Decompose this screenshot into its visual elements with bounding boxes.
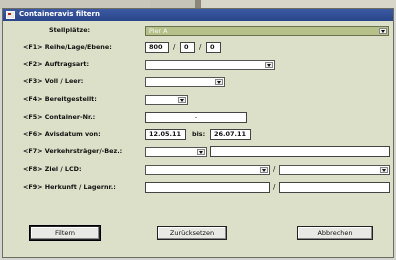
verkehrstraeger-label: <F7> Verkehrsträger/-Bez.:: [23, 147, 123, 155]
voll-leer-label: <F3> Voll / Leer:: [23, 77, 84, 85]
herkunft-label: <F9> Herkunft / Lagernr.:: [23, 183, 116, 191]
filter-dialog: Containeravis filtern Stellplätze: Pier …: [2, 8, 394, 258]
chevron-down-icon[interactable]: [178, 97, 186, 103]
container-nr-label: <F5> Container-Nr.:: [23, 113, 96, 121]
stellplaetze-label: Stellplätze:: [49, 26, 91, 34]
stellplaetze-select[interactable]: Pier A: [145, 26, 389, 36]
chevron-down-icon[interactable]: [379, 28, 387, 34]
herkunft-input[interactable]: [145, 182, 270, 193]
bereitgestellt-label: <F4> Bereitgestellt:: [23, 95, 97, 103]
avisdatum-label: <F6> Avisdatum von:: [23, 130, 101, 138]
avisdatum-bis-label: bis:: [192, 130, 206, 138]
chevron-down-icon[interactable]: [380, 167, 388, 173]
app-icon[interactable]: [6, 11, 15, 19]
auftragsart-select[interactable]: [145, 60, 275, 70]
bereitgestellt-select[interactable]: [145, 95, 188, 105]
auftragsart-label: <F2> Auftragsart:: [23, 60, 89, 68]
chevron-down-icon[interactable]: [215, 79, 223, 85]
filtern-button[interactable]: Filtern: [29, 225, 101, 241]
ziel-separator: /: [273, 165, 276, 173]
reihe-label: <F1> Reihe/Lage/Ebene:: [23, 43, 112, 51]
reihe-separator-2: /: [199, 43, 202, 51]
lagernr-input[interactable]: [279, 182, 390, 193]
lage-input[interactable]: 0: [180, 42, 195, 53]
chevron-down-icon[interactable]: [197, 149, 205, 155]
abbrechen-button[interactable]: Abbrechen: [297, 226, 373, 240]
verkehrstraeger-select[interactable]: [145, 147, 207, 157]
ebene-input[interactable]: 0: [206, 42, 221, 53]
chevron-down-icon[interactable]: [260, 167, 268, 173]
herkunft-separator: /: [273, 183, 276, 191]
container-nr-input[interactable]: -: [145, 112, 247, 123]
reihe-input[interactable]: 800: [145, 42, 169, 53]
voll-leer-select[interactable]: [145, 77, 225, 87]
ziel-label: <F8> Ziel / LCD:: [23, 165, 82, 173]
avisdatum-von-input[interactable]: 12.05.11: [145, 129, 186, 140]
zuruecksetzen-button[interactable]: Zurücksetzen: [157, 226, 227, 240]
stellplaetze-value: Pier A: [149, 27, 168, 35]
reihe-separator-1: /: [173, 43, 176, 51]
chevron-down-icon[interactable]: [265, 62, 273, 68]
avisdatum-bis-input[interactable]: 26.07.11: [210, 129, 251, 140]
ziel-select[interactable]: [145, 165, 270, 175]
title-bar[interactable]: Containeravis filtern: [3, 9, 393, 21]
window-title: Containeravis filtern: [19, 10, 100, 18]
verkehrstraeger-bezeichnung-input[interactable]: [210, 146, 390, 157]
lcd-select[interactable]: [279, 165, 390, 175]
